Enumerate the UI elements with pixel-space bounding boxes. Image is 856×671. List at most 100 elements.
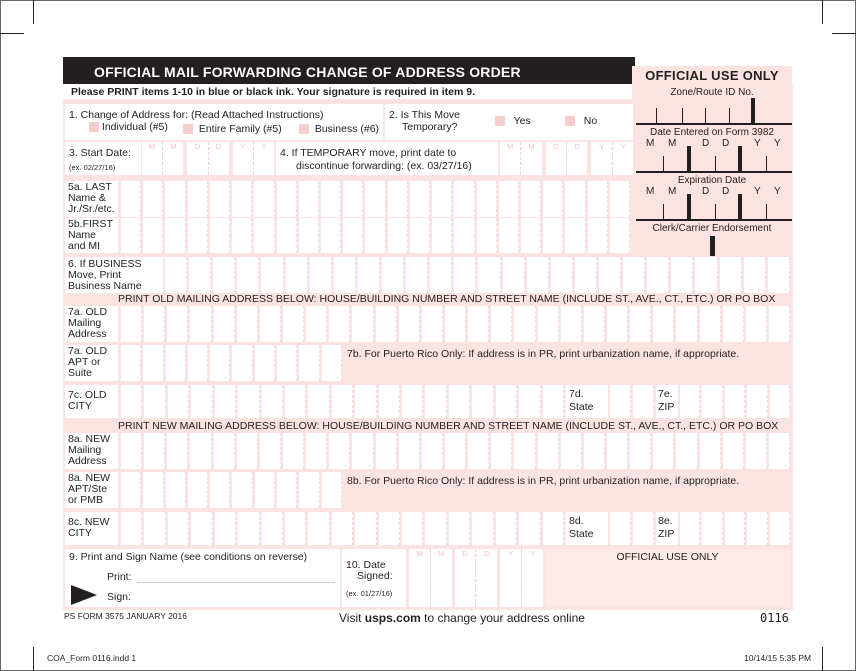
- checkbox-yes[interactable]: [495, 116, 505, 127]
- char-cell[interactable]: [550, 257, 573, 293]
- option-yes[interactable]: Yes: [495, 116, 531, 127]
- char-cell[interactable]: [165, 181, 186, 217]
- char-cell[interactable]: [165, 257, 188, 293]
- char-cell[interactable]: [144, 512, 166, 545]
- char-cell[interactable]: [702, 512, 723, 545]
- char-cell[interactable]: [232, 181, 253, 217]
- char-cell[interactable]: [502, 257, 525, 293]
- char-cell[interactable]: [680, 512, 701, 545]
- signature-input[interactable]: [137, 587, 335, 605]
- char-cell[interactable]: [121, 512, 143, 545]
- char-cell[interactable]: [285, 257, 308, 293]
- char-cell[interactable]: [514, 433, 536, 469]
- char-cell[interactable]: [630, 433, 652, 469]
- char-cell[interactable]: [647, 257, 670, 293]
- char-cell[interactable]: [357, 257, 380, 293]
- char-cell[interactable]: [375, 306, 397, 342]
- option-business[interactable]: Business (#6): [299, 124, 379, 135]
- char-cell[interactable]: [282, 433, 305, 469]
- char-cell[interactable]: [676, 433, 698, 469]
- char-cell[interactable]: [402, 512, 424, 545]
- char-cell[interactable]: [724, 385, 746, 418]
- char-cell[interactable]: [381, 257, 405, 293]
- char-cell[interactable]: [520, 218, 542, 253]
- char-cell[interactable]: [187, 472, 209, 508]
- new-state-input[interactable]: [610, 512, 654, 545]
- char-cell[interactable]: [680, 385, 701, 418]
- char-cell[interactable]: [189, 257, 212, 293]
- business-name-input[interactable]: [165, 257, 790, 293]
- char-cell[interactable]: [236, 306, 258, 342]
- char-cell[interactable]: [653, 306, 675, 342]
- char-cell[interactable]: [543, 218, 564, 253]
- char-cell[interactable]: [454, 181, 475, 217]
- char-cell[interactable]: [676, 306, 698, 342]
- char-cell[interactable]: [298, 218, 319, 253]
- char-cell[interactable]: [606, 433, 629, 469]
- char-cell[interactable]: [143, 472, 164, 508]
- char-cell[interactable]: [213, 257, 236, 293]
- option-entire-family[interactable]: Entire Family (#5): [183, 124, 282, 135]
- char-cell[interactable]: [238, 385, 260, 418]
- char-cell[interactable]: [671, 257, 694, 293]
- char-cell[interactable]: [430, 257, 453, 293]
- char-cell[interactable]: [121, 433, 143, 469]
- char-cell[interactable]: [187, 181, 208, 217]
- char-cell[interactable]: [402, 385, 424, 418]
- char-cell[interactable]: [190, 433, 212, 469]
- char-cell[interactable]: [472, 512, 494, 545]
- char-cell[interactable]: [448, 512, 471, 545]
- char-cell[interactable]: [261, 385, 283, 418]
- old-apt-input[interactable]: [121, 345, 342, 381]
- char-cell[interactable]: [623, 257, 646, 293]
- char-cell[interactable]: [609, 218, 631, 253]
- usps-link[interactable]: usps.com: [365, 611, 421, 625]
- char-cell[interactable]: [472, 385, 494, 418]
- char-cell[interactable]: [190, 306, 212, 342]
- char-cell[interactable]: [565, 181, 586, 217]
- char-cell[interactable]: [213, 306, 235, 342]
- char-cell[interactable]: [329, 433, 351, 469]
- char-cell[interactable]: [768, 306, 791, 342]
- char-cell[interactable]: [702, 385, 723, 418]
- char-cell[interactable]: [495, 385, 518, 418]
- char-cell[interactable]: [343, 181, 364, 217]
- char-cell[interactable]: [526, 257, 549, 293]
- char-cell[interactable]: [144, 306, 166, 342]
- first-name-input[interactable]: [121, 218, 631, 253]
- char-cell[interactable]: [425, 512, 447, 545]
- char-cell[interactable]: [355, 385, 377, 418]
- char-cell[interactable]: [321, 345, 342, 381]
- char-cell[interactable]: [259, 306, 281, 342]
- char-cell[interactable]: [560, 306, 582, 342]
- new-apt-input[interactable]: [121, 472, 342, 508]
- char-cell[interactable]: [495, 512, 518, 545]
- option-individual[interactable]: Individual (#5): [89, 122, 168, 133]
- char-cell[interactable]: [143, 181, 164, 217]
- char-cell[interactable]: [284, 385, 307, 418]
- char-cell[interactable]: [254, 218, 275, 253]
- char-cell[interactable]: [232, 345, 253, 381]
- char-cell[interactable]: [537, 306, 559, 342]
- char-cell[interactable]: [498, 218, 519, 253]
- char-cell[interactable]: [630, 306, 652, 342]
- char-cell[interactable]: [448, 385, 471, 418]
- char-cell[interactable]: [320, 218, 342, 253]
- char-cell[interactable]: [306, 306, 328, 342]
- char-cell[interactable]: [165, 472, 186, 508]
- char-cell[interactable]: [261, 257, 284, 293]
- char-cell[interactable]: [331, 512, 354, 545]
- char-cell[interactable]: [378, 385, 401, 418]
- char-cell[interactable]: [355, 512, 377, 545]
- clerk-endorsement-field[interactable]: [632, 234, 792, 256]
- char-cell[interactable]: [398, 306, 420, 342]
- char-cell[interactable]: [309, 257, 332, 293]
- char-cell[interactable]: [468, 306, 490, 342]
- char-cell[interactable]: [491, 433, 513, 469]
- char-cell[interactable]: [121, 385, 143, 418]
- char-cell[interactable]: [409, 218, 431, 253]
- char-cell[interactable]: [633, 385, 654, 418]
- char-cell[interactable]: [299, 472, 320, 508]
- char-cell[interactable]: [722, 306, 744, 342]
- char-cell[interactable]: [187, 345, 209, 381]
